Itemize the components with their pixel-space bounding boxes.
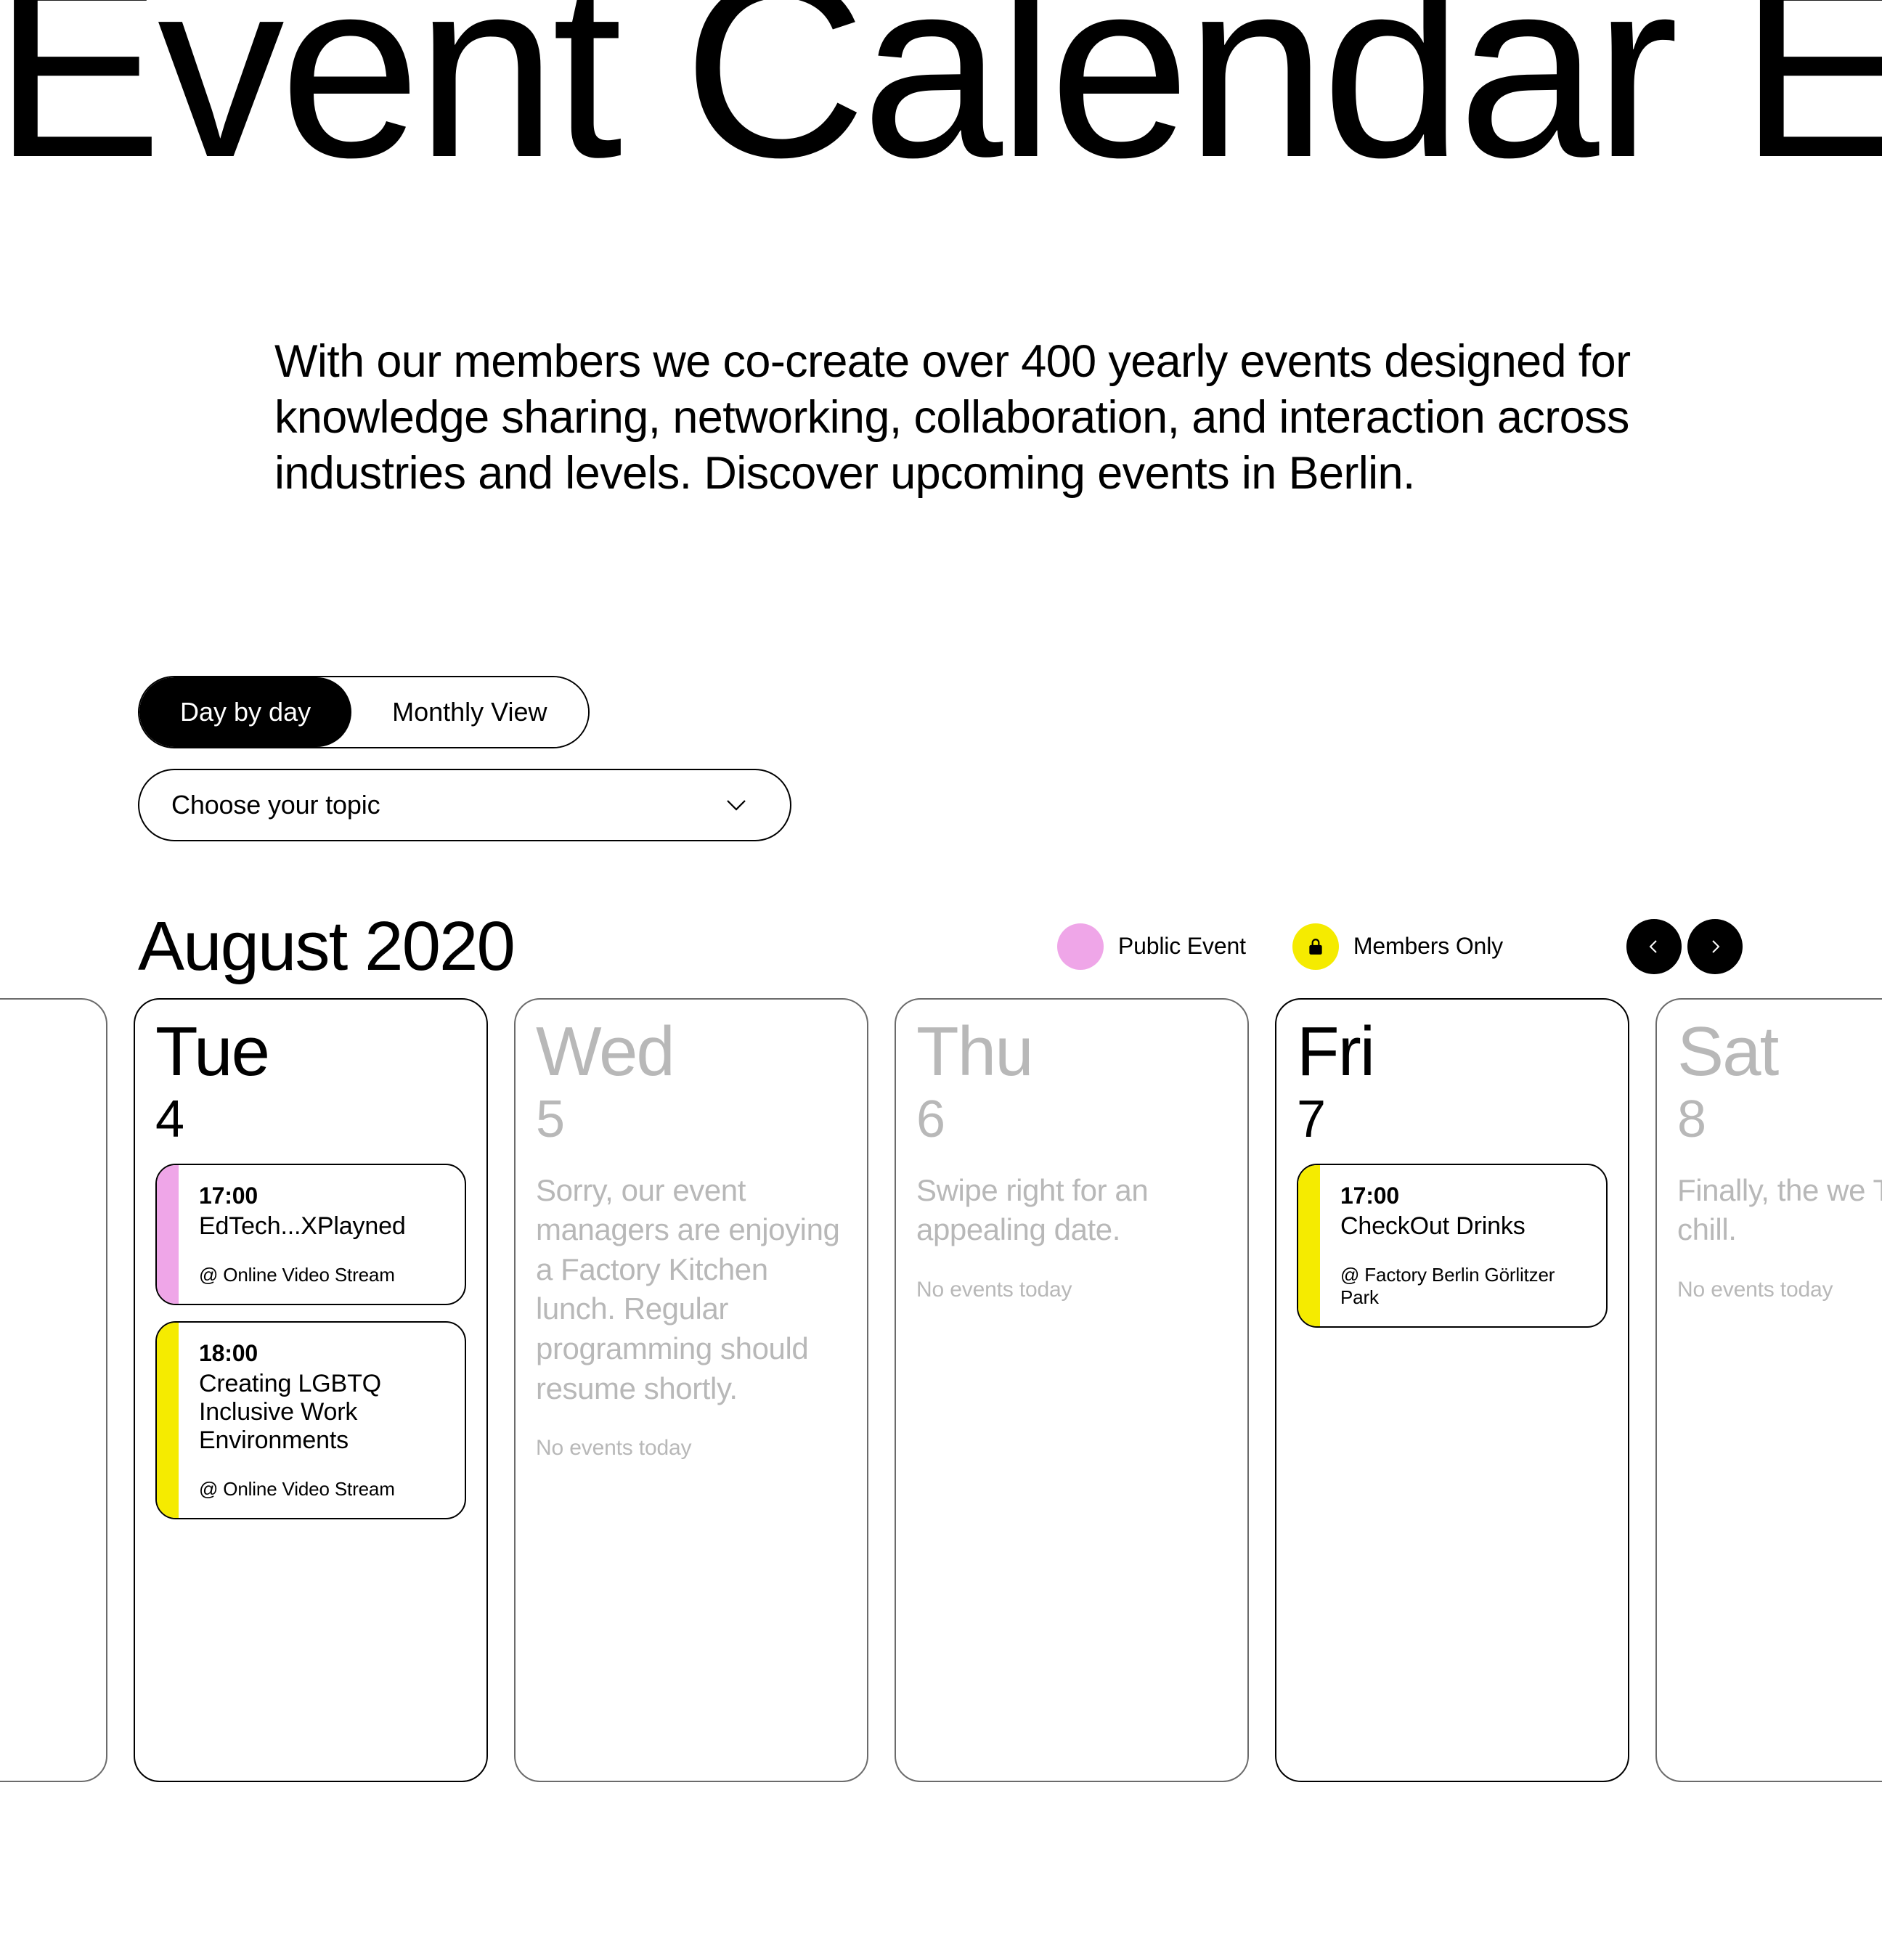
no-events-label: No events today: [1677, 1278, 1882, 1302]
day-column-fri: Fri 7 17:00 CheckOut Drinks @ Factory Be…: [1275, 998, 1629, 1782]
legend-members: Members Only: [1292, 923, 1503, 970]
chevron-down-icon: [723, 792, 749, 818]
page-title-marquee: endar Event Calendar Even: [0, 0, 1185, 196]
month-title: August 2020: [138, 907, 514, 987]
day-number: 4: [155, 1090, 466, 1149]
day-by-day-button[interactable]: Day by day: [139, 677, 351, 747]
legend-public-label: Public Event: [1118, 933, 1246, 960]
day-name: Tue: [155, 1017, 466, 1087]
empty-message: ory hould: [0, 1239, 86, 1358]
event-title: EdTech...XPlayned: [199, 1212, 444, 1241]
event-type-stripe: [1298, 1165, 1320, 1326]
day-number: 8: [1677, 1090, 1882, 1149]
empty-message: Swipe right for an appealing date.: [916, 1171, 1227, 1250]
event-location: @ Online Video Stream: [199, 1264, 444, 1286]
no-events-label: No events today: [916, 1278, 1227, 1302]
monthly-view-button[interactable]: Monthly View: [351, 677, 587, 747]
event-location: @ Factory Berlin Görlitzer Park: [1340, 1264, 1586, 1309]
chevron-left-icon: [1645, 938, 1663, 955]
event-time: 17:00: [199, 1183, 444, 1209]
topic-select-label: Choose your topic: [171, 790, 380, 820]
day-strip[interactable]: ory hould Tue 4 17:00 EdTech...XPlayned …: [0, 998, 1882, 1782]
event-card[interactable]: 18:00 Creating LGBTQ Inclusive Work Envi…: [155, 1321, 466, 1519]
day-number: 6: [916, 1090, 1227, 1149]
view-toggle: Day by day Monthly View: [138, 676, 590, 748]
day-column-tue: Tue 4 17:00 EdTech...XPlayned @ Online V…: [134, 998, 488, 1782]
day-number: 7: [1297, 1090, 1608, 1149]
legend-public: Public Event: [1057, 923, 1246, 970]
event-time: 17:00: [1340, 1183, 1586, 1209]
day-column-sat: Sat 8 Finally, the we Time to chill. No …: [1655, 998, 1882, 1782]
day-name: Wed: [536, 1017, 847, 1087]
public-event-icon: [1057, 923, 1104, 970]
event-title: Creating LGBTQ Inclusive Work Environmen…: [199, 1370, 444, 1455]
event-card[interactable]: 17:00 EdTech...XPlayned @ Online Video S…: [155, 1164, 466, 1305]
event-title: CheckOut Drinks: [1340, 1212, 1586, 1241]
event-card[interactable]: 17:00 CheckOut Drinks @ Factory Berlin G…: [1297, 1164, 1608, 1328]
legend-members-label: Members Only: [1353, 933, 1503, 960]
day-column-thu: Thu 6 Swipe right for an appealing date.…: [895, 998, 1249, 1782]
day-column-partial-prev: ory hould: [0, 998, 107, 1782]
day-name: Sat: [1677, 1017, 1882, 1087]
day-number: 5: [536, 1090, 847, 1149]
pagination-arrows: [1626, 919, 1743, 974]
no-events-label: No events today: [536, 1436, 847, 1461]
next-button[interactable]: [1687, 919, 1743, 974]
event-location: @ Online Video Stream: [199, 1478, 444, 1500]
day-column-wed: Wed 5 Sorry, our event managers are enjo…: [514, 998, 868, 1782]
day-name: Fri: [1297, 1017, 1608, 1087]
calendar-header: August 2020 Public Event Members Only: [138, 907, 1743, 987]
chevron-right-icon: [1706, 938, 1724, 955]
members-only-icon: [1292, 923, 1339, 970]
topic-select[interactable]: Choose your topic: [138, 769, 791, 841]
calendar-controls: Day by day Monthly View Choose your topi…: [138, 676, 1882, 841]
event-type-stripe: [157, 1323, 179, 1518]
events-list: 17:00 EdTech...XPlayned @ Online Video S…: [155, 1164, 466, 1519]
event-type-stripe: [157, 1165, 179, 1304]
day-name: Thu: [916, 1017, 1227, 1087]
empty-message: Sorry, our event managers are enjoying a…: [536, 1171, 847, 1409]
legend: Public Event Members Only: [1057, 919, 1743, 974]
lock-icon: [1306, 937, 1325, 956]
prev-button[interactable]: [1626, 919, 1682, 974]
intro-text: With our members we co-create over 400 y…: [274, 334, 1639, 502]
empty-message: Finally, the we Time to chill.: [1677, 1171, 1882, 1250]
events-list: 17:00 CheckOut Drinks @ Factory Berlin G…: [1297, 1164, 1608, 1328]
event-time: 18:00: [199, 1340, 444, 1367]
